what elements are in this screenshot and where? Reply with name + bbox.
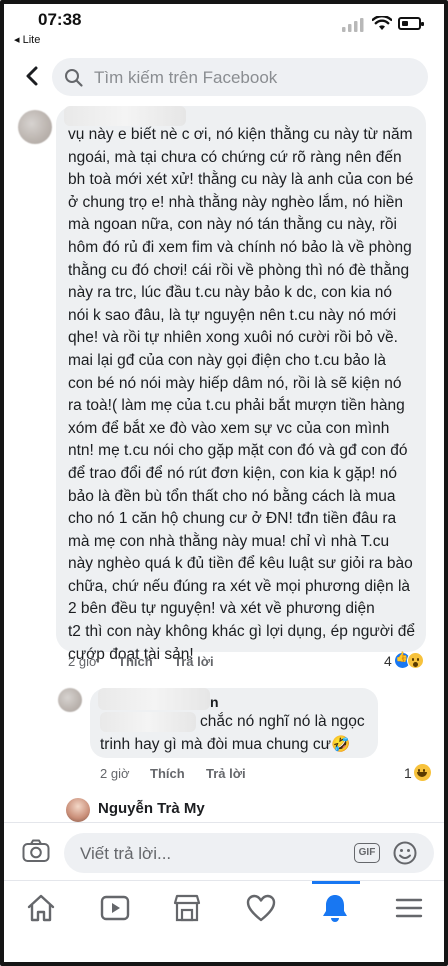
signal-icon <box>342 18 364 32</box>
comment-text: vụ này e biết nè c ơi, nó kiện thằng cu … <box>68 124 428 666</box>
comment-line: nói k sao đâu, là tự nguyện nên t.cu này… <box>68 306 397 324</box>
comment-line: ra toà!( làm mẹ của t.cu phải bắt mượn t… <box>68 397 405 415</box>
comment-line: bh toà mới xét xử! thằng cu này là anh c… <box>68 171 414 189</box>
reply-reply-button[interactable]: Trả lời <box>206 766 246 781</box>
comment-line: qhe! và rồi tự nhiên xong xuôi nó cười r… <box>68 329 398 347</box>
reply-composer: Viết trả lời... GIF <box>0 822 448 880</box>
reply-name-redacted <box>98 688 210 710</box>
gif-icon[interactable]: GIF <box>354 843 380 863</box>
comment-line: này ra trc, lúc đầu t.cu này bảo k dc, c… <box>68 284 392 302</box>
wifi-icon <box>372 16 392 30</box>
reply-like-button[interactable]: Thích <box>150 766 185 781</box>
video-icon[interactable] <box>98 891 132 925</box>
reply-button[interactable]: Trả lời <box>174 654 214 669</box>
comment-reactions[interactable]: 4 <box>384 652 424 669</box>
battery-icon <box>398 17 424 30</box>
clock: 07:38 <box>38 10 82 29</box>
home-icon[interactable] <box>24 891 58 925</box>
reply-input[interactable]: Viết trả lời... GIF <box>64 833 434 873</box>
comment-thread: vụ này e biết nè c ơi, nó kiện thằng cu … <box>0 102 448 822</box>
emoji-icon[interactable] <box>392 840 418 866</box>
like-button[interactable]: Thích <box>118 654 153 669</box>
comment-line: mà mẹ con nhà thằng này mua! chỉ vì nhà … <box>68 532 390 550</box>
comment-line: thằng cu đó chơi! cái rồi về phòng thì n… <box>68 261 410 279</box>
current-user-avatar[interactable] <box>66 798 90 822</box>
comment-line: xóm để bắt xe đò vào xem sự vc của con m… <box>68 419 390 437</box>
comment-line: chữa, chứ nếu đúng ra xét về mọi phương … <box>68 577 411 595</box>
search-icon <box>65 69 83 87</box>
reply-reactions[interactable]: 1 <box>404 764 431 781</box>
comment-line: mà ngoan nữa, con này nó tán thằng cu nà… <box>68 216 397 234</box>
reaction-count: 4 <box>384 652 392 669</box>
wow-reaction-icon <box>406 652 424 669</box>
commenter-avatar[interactable] <box>18 110 52 144</box>
reply-time: 2 giờ <box>100 766 130 781</box>
menu-icon[interactable] <box>392 891 426 925</box>
reply-placeholder: Viết trả lời... <box>80 844 172 863</box>
reply-line: chắc nó nghĩ nó là ngọc <box>200 713 365 730</box>
camera-icon[interactable] <box>22 839 50 863</box>
comment-line: mai lại gđ của con này gọi điện cho t.cu… <box>68 351 386 369</box>
back-arrow-icon[interactable] <box>20 63 46 89</box>
comment-line: bảo là đền bù tổn thất cho nó bằng cách … <box>68 487 396 505</box>
reply-text: chắc nó nghĩ nó là ngọc trinh hay gì mà đ… <box>100 711 400 756</box>
search-header: Tìm kiếm trên Facebook <box>0 54 448 102</box>
comment-line: hôm đó rủ đi xem fim và chính nó bảo là … <box>68 238 412 256</box>
bottom-nav <box>0 880 448 966</box>
notifications-bell-icon[interactable] <box>318 891 352 925</box>
comment-line: cho nó 1 căn hộ chung cư ở ĐN! tđn tiền … <box>68 510 397 528</box>
active-tab-indicator <box>312 881 360 884</box>
current-user-name[interactable]: Nguyễn Trà My <box>98 800 205 817</box>
comment-line: t2 thì con này không khác gì lợi dụng, é… <box>68 623 415 641</box>
heart-icon[interactable] <box>244 891 278 925</box>
comment-line: vụ này e biết nè c ơi, nó kiện thằng cu … <box>68 126 413 143</box>
reply-avatar-redacted[interactable] <box>58 688 82 712</box>
back-to-lite-link[interactable]: ◂ Lite <box>14 33 40 46</box>
comment-line: 2 bên đều tự nguyện! và xét về phương di… <box>68 600 375 618</box>
search-placeholder: Tìm kiếm trên Facebook <box>94 68 278 87</box>
marketplace-icon[interactable] <box>170 891 204 925</box>
comment-line: ntn! mẹ t.cu nói cho gặp mặt con đó và g… <box>68 442 408 460</box>
comment-line: để trao đổi để nó rút đơn kiện, con kia … <box>68 464 397 482</box>
haha-reaction-icon <box>413 764 431 781</box>
reply-reaction-count: 1 <box>404 764 412 781</box>
reply-author-name: n <box>210 694 219 710</box>
status-bar: 07:38 ◂ Lite <box>0 0 448 54</box>
comment-time: 2 giờ <box>68 654 98 669</box>
comment-line: ở chung trọ e! nhà thằng này nghèo lắm, … <box>68 193 404 211</box>
comment-line: con bé nó nói mày hiếp dâm nó, rồi là sẽ… <box>68 374 402 392</box>
commenter-name-redacted <box>64 106 186 126</box>
reply-line: trinh hay gì mà đòi mua chung cư🤣 <box>100 735 351 753</box>
search-bar[interactable]: Tìm kiếm trên Facebook <box>52 58 428 96</box>
comment-line: này nghèo quá k đủ tiền để kêu luật sư g… <box>68 555 413 573</box>
comment-line: ngoái, mà tại chưa có chứng cứ rõ ràng n… <box>68 148 402 166</box>
